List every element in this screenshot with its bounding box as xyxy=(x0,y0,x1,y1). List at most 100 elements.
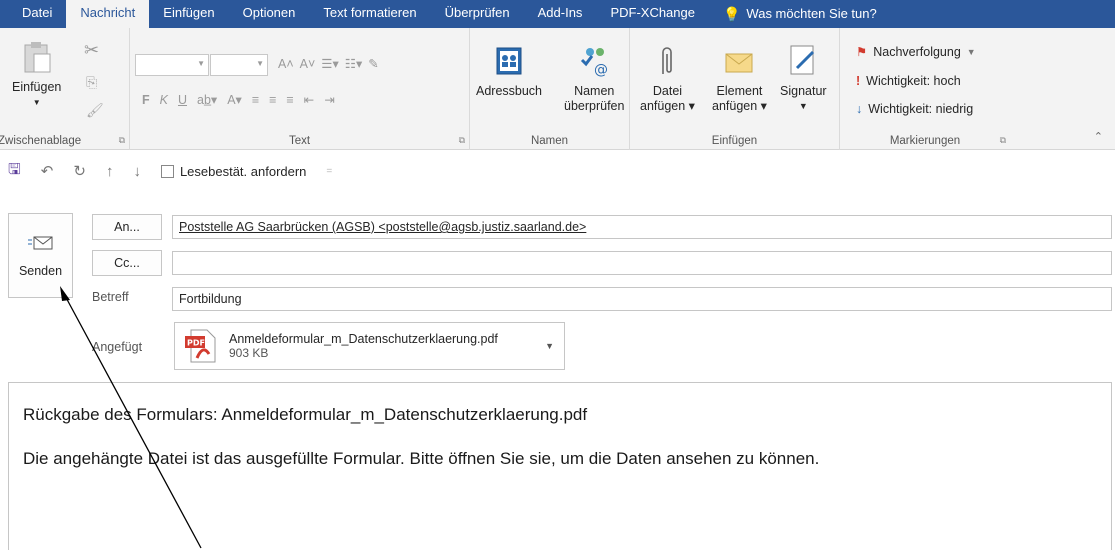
attach-item-label-1: Element xyxy=(716,84,763,98)
attachment-name: Anmeldeformular_m_Datenschutzerklaerung.… xyxy=(229,332,498,346)
undo-icon[interactable]: ↶ xyxy=(41,162,54,180)
dialog-launcher-icon[interactable]: ⧉ xyxy=(1000,135,1006,146)
tab-options[interactable]: Optionen xyxy=(229,0,310,28)
highlight-icon[interactable]: ab̲▾ xyxy=(197,92,217,107)
save-icon[interactable]: 🖫 xyxy=(8,159,21,184)
subject-field[interactable]: Fortbildung xyxy=(172,287,1112,311)
decrease-indent-icon[interactable]: ⇤ xyxy=(304,92,314,107)
low-importance-label: Wichtigkeit: niedrig xyxy=(868,102,974,116)
read-receipt-toggle[interactable]: Lesebestät. anfordern xyxy=(160,163,307,179)
check-names-label-1: Namen xyxy=(574,84,615,98)
address-book-label: Adressbuch xyxy=(476,84,543,98)
group-text: ▼ ▼ A˄ A˅ ☰▾ ☷▾ ✎ F K U ab̲▾ A▾ ≡ ≡ ≡ ⇤ … xyxy=(130,28,470,150)
tell-me-search[interactable]: 💡 Was möchten Sie tun? xyxy=(709,0,891,28)
check-names-icon: @ xyxy=(581,48,608,78)
clear-formatting-icon[interactable]: ✎ xyxy=(368,56,378,71)
attachment-size: 903 KB xyxy=(229,346,269,360)
attachment-item[interactable]: PDF Anmeldeformular_m_Datenschutzerklaer… xyxy=(174,322,565,370)
tab-file[interactable]: Datei xyxy=(8,0,66,28)
read-receipt-label: Lesebestät. anfordern xyxy=(179,163,307,179)
group-clipboard: Einfügen ▼ ✂ ⎘ 🖌 Zwischenablage ⧉ xyxy=(0,28,130,150)
lightbulb-icon: 💡 xyxy=(722,6,741,22)
attach-item-button[interactable]: Element anfügen ▾ xyxy=(712,44,767,114)
tab-review[interactable]: Überprüfen xyxy=(431,0,524,28)
align-center-icon[interactable]: ≡ xyxy=(269,93,276,107)
arrow-down-icon: ↓ xyxy=(856,102,863,116)
to-field[interactable]: Poststelle AG Saarbrücken (AGSB) <postst… xyxy=(172,215,1112,239)
attach-file-label-1: Datei xyxy=(652,84,683,98)
dialog-launcher-icon[interactable]: ⧉ xyxy=(119,135,125,146)
copy-icon[interactable]: ⎘ xyxy=(86,74,97,91)
high-importance-button[interactable]: ! Wichtigkeit: hoch xyxy=(856,74,961,88)
tab-pdf-xchange[interactable]: PDF-XChange xyxy=(596,0,709,28)
tab-format-text[interactable]: Text formatieren xyxy=(309,0,430,28)
paperclip-icon xyxy=(662,47,673,74)
chevron-down-icon[interactable]: ▼ xyxy=(545,341,554,351)
ribbon: Einfügen ▼ ✂ ⎘ 🖌 Zwischenablage ⧉ ▼ ▼ A˄… xyxy=(0,28,1115,150)
shrink-font-icon[interactable]: A˅ xyxy=(300,57,316,71)
bullets-icon[interactable]: ☰▾ xyxy=(321,56,338,71)
collapse-ribbon-icon[interactable]: ⌃ xyxy=(1094,130,1103,143)
tab-add-ins[interactable]: Add-Ins xyxy=(524,0,597,28)
clipboard-group-label: Zwischenablage xyxy=(0,135,82,147)
read-receipt-checkbox[interactable] xyxy=(160,164,174,178)
svg-text:@: @ xyxy=(594,62,608,78)
text-row-1: A˄ A˅ ☰▾ ☷▾ ✎ xyxy=(278,56,379,72)
quick-access-toolbar: 🖫 ↶ ↻ ↑ ↓ Lesebestät. anfordern = xyxy=(0,151,1115,191)
to-recipient[interactable]: Poststelle AG Saarbrücken (AGSB) <postst… xyxy=(179,220,586,234)
send-envelope-icon xyxy=(27,236,52,249)
tags-group-label: Markierungen xyxy=(889,135,961,147)
flag-icon: ⚑ xyxy=(856,45,868,59)
send-button[interactable]: Senden xyxy=(8,213,73,298)
text-row-2: F K U ab̲▾ A▾ ≡ ≡ ≡ ⇤ ⇥ xyxy=(142,92,335,108)
italic-button[interactable]: K xyxy=(160,93,168,107)
address-book-icon xyxy=(496,47,522,75)
arrow-up-icon[interactable]: ↑ xyxy=(106,163,114,180)
follow-up-label: Nachverfolgung xyxy=(873,44,961,59)
pdf-file-icon: PDF xyxy=(185,329,216,363)
tab-insert[interactable]: Einfügen xyxy=(149,0,228,28)
align-right-icon[interactable]: ≡ xyxy=(286,93,293,107)
cut-icon[interactable]: ✂ xyxy=(84,40,99,61)
numbering-icon[interactable]: ☷▾ xyxy=(345,56,362,71)
low-importance-button[interactable]: ↓ Wichtigkeit: niedrig xyxy=(856,102,973,116)
signature-icon xyxy=(790,45,815,75)
to-button[interactable]: An... xyxy=(92,214,162,240)
ribbon-tab-bar: Datei Nachricht Einfügen Optionen Text f… xyxy=(0,0,1115,28)
check-names-button[interactable]: @ Namen überprüfen xyxy=(564,44,624,114)
paste-button[interactable]: Einfügen ▼ xyxy=(12,40,61,110)
group-names: Adressbuch @ Namen überprüfen Namen xyxy=(470,28,630,150)
attachment-info: Anmeldeformular_m_Datenschutzerklaerung.… xyxy=(229,332,498,360)
attach-file-button[interactable]: Datei anfügen ▾ xyxy=(640,44,695,114)
attached-label: Angefügt xyxy=(92,340,143,354)
signature-label: Signatur xyxy=(780,84,827,98)
format-painter-icon[interactable]: 🖌 xyxy=(86,102,104,119)
underline-button[interactable]: U xyxy=(178,93,187,107)
tab-message[interactable]: Nachricht xyxy=(66,0,150,28)
text-group-label: Text xyxy=(288,135,311,147)
font-name-box[interactable]: ▼ xyxy=(135,54,209,76)
bold-button[interactable]: F xyxy=(142,93,150,107)
body-line-1: Rückgabe des Formulars: Anmeldeformular_… xyxy=(23,405,588,424)
cc-button[interactable]: Cc... xyxy=(92,250,162,276)
align-left-icon[interactable]: ≡ xyxy=(252,93,259,107)
grow-font-icon[interactable]: A˄ xyxy=(278,57,294,71)
font-size-box[interactable]: ▼ xyxy=(210,54,268,76)
dialog-launcher-icon[interactable]: ⧉ xyxy=(459,135,465,146)
address-book-button[interactable]: Adressbuch xyxy=(476,44,542,99)
follow-up-button[interactable]: ⚑ Nachverfolgung ▼ xyxy=(856,44,976,60)
signature-button[interactable]: Signatur ▼ xyxy=(780,44,827,114)
insert-group-label: Einfügen xyxy=(711,135,758,147)
subject-label: Betreff xyxy=(92,290,129,304)
customize-qat-icon[interactable]: = xyxy=(326,166,332,177)
arrow-down-icon[interactable]: ↓ xyxy=(133,163,141,180)
increase-indent-icon[interactable]: ⇥ xyxy=(324,92,334,107)
tell-me-label: Was möchten Sie tun? xyxy=(746,6,877,21)
cc-field[interactable] xyxy=(172,251,1112,275)
redo-icon[interactable]: ↻ xyxy=(73,162,86,180)
names-group-label: Namen xyxy=(530,135,569,147)
paste-label: Einfügen xyxy=(12,80,62,94)
font-color-icon[interactable]: A▾ xyxy=(227,92,242,107)
chevron-down-icon: ▼ xyxy=(966,46,976,57)
message-body[interactable]: Rückgabe des Formulars: Anmeldeformular_… xyxy=(8,382,1112,550)
